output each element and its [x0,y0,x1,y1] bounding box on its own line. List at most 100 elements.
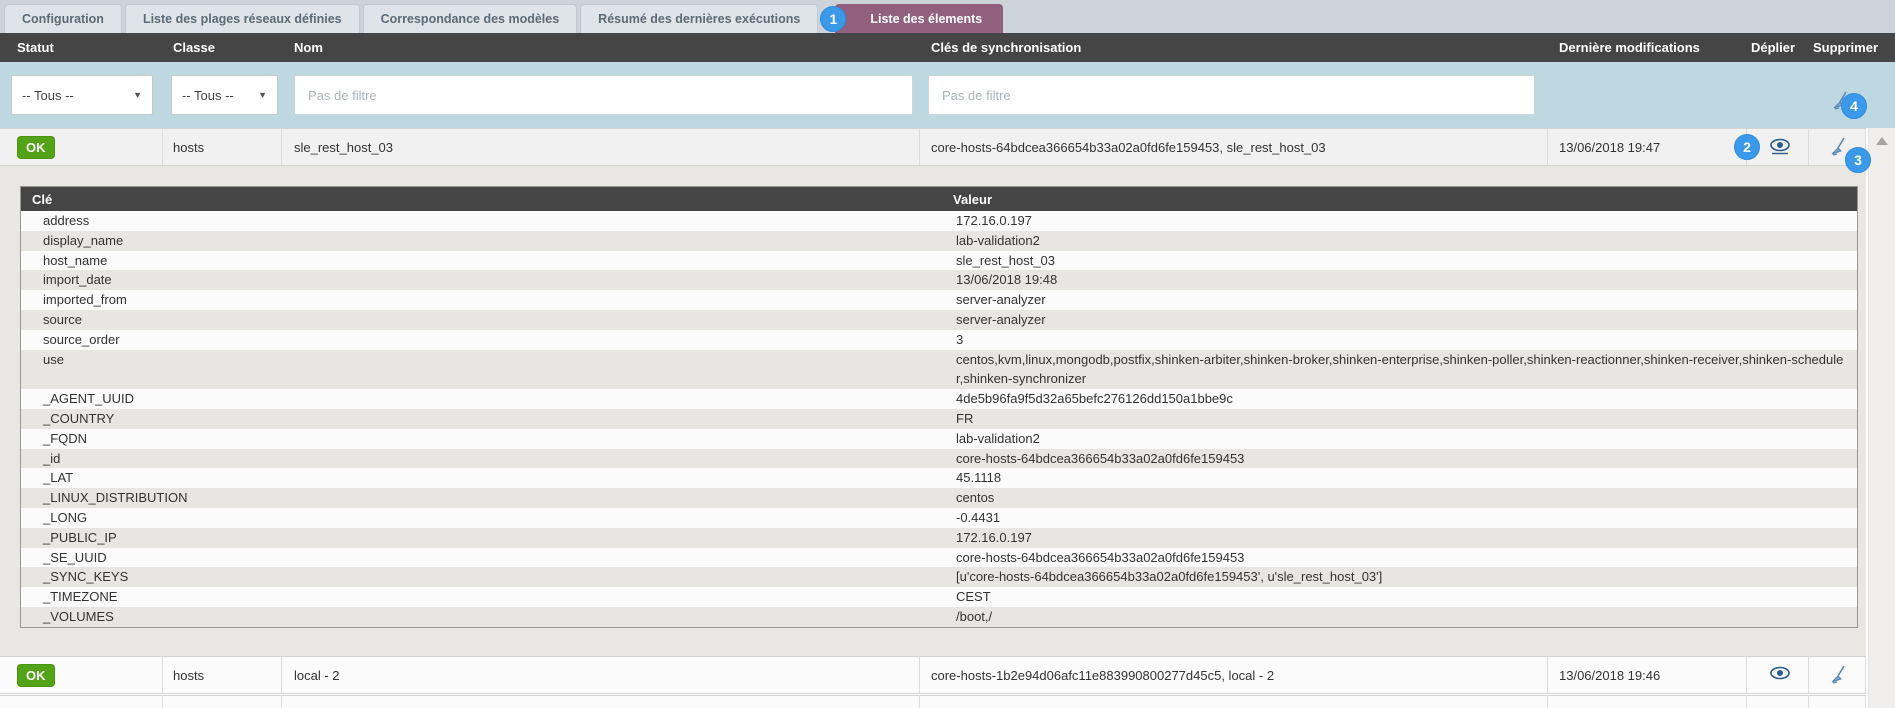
detail-row: display_namelab-validation2 [21,231,1857,251]
detail-key: address [21,211,941,231]
tab-correspondance-modeles[interactable]: Correspondance des modèles [363,4,578,33]
detail-value: server-analyzer [941,310,1857,330]
detail-table-header: Clé Valeur [21,187,1857,211]
status-badge: OK [17,664,55,687]
delete-broom-button[interactable] [1813,664,1865,686]
chevron-down-icon: ▼ [133,90,142,100]
detail-column-valeur: Valeur [941,192,1857,207]
detail-key: _LONG [21,508,941,528]
column-header-supprimer: Supprimer [1809,40,1865,55]
supprimer-cell [1809,657,1865,693]
column-header-sync: Clés de synchronisation [920,40,1548,55]
tab-configuration[interactable]: Configuration [4,4,122,33]
sync-cell: core-hosts-1b2e94d06afc11e883990800277d4… [920,657,1548,693]
detail-key: host_name [21,251,941,271]
column-header-statut: Statut [0,40,163,55]
detail-key: source [21,310,941,330]
callout-badge-1: 1 [820,6,846,32]
vertical-scrollbar[interactable] [1868,128,1895,708]
modification-cell [1548,696,1747,708]
detail-row: _TIMEZONECEST [21,587,1857,607]
classe-cell [163,696,282,708]
classe-value: hosts [173,668,204,683]
modified-value: 13/06/2018 19:46 [1559,668,1660,683]
detail-column-cle: Clé [21,192,941,207]
detail-row: sourceserver-analyzer [21,310,1857,330]
statut-cell: OK [0,657,163,693]
tab-liste-elements[interactable]: 1 Liste des élements [835,4,1003,33]
detail-row: _LINUX_DISTRIBUTIONcentos [21,488,1857,508]
detail-row: _idcore-hosts-64bdcea366654b33a02a0fd6fe… [21,449,1857,469]
detail-key: _COUNTRY [21,409,941,429]
sync-filter-input[interactable] [928,75,1535,115]
detail-key: _FQDN [21,429,941,449]
nom-cell: sle_rest_host_03 [282,129,920,165]
modification-cell: 13/06/2018 19:47 [1548,129,1747,165]
detail-row: _SE_UUIDcore-hosts-64bdcea366654b33a02a0… [21,548,1857,568]
callout-badge-3: 3 [1845,147,1871,173]
detail-value: [u'core-hosts-64bdcea366654b33a02a0fd6fe… [941,567,1857,587]
scroll-up-arrow-icon[interactable] [1876,137,1888,145]
detail-value: /boot,/ [941,607,1857,627]
nom-filter-input[interactable] [294,75,913,115]
detail-value: CEST [941,587,1857,607]
status-badge: OK [17,136,55,159]
detail-value: centos,kvm,linux,mongodb,postfix,shinken… [941,350,1857,390]
column-header-deplier: Déplier [1747,40,1809,55]
classe-filter-select[interactable]: -- Tous -- ▼ [171,75,278,115]
detail-row: address172.16.0.197 [21,211,1857,231]
expand-eye-button[interactable] [1751,666,1808,684]
sync-value: core-hosts-1b2e94d06afc11e883990800277d4… [931,668,1274,683]
sync-cell [920,696,1548,708]
detail-value: core-hosts-64bdcea366654b33a02a0fd6fe159… [941,449,1857,469]
column-header-nom: Nom [282,40,920,55]
broom-icon [1828,664,1850,686]
detail-value: centos [941,488,1857,508]
detail-key: _VOLUMES [21,607,941,627]
detail-value: FR [941,409,1857,429]
detail-key: source_order [21,330,941,350]
detail-key: imported_from [21,290,941,310]
detail-row: _LAT45.1118 [21,468,1857,488]
tab-plages-reseaux[interactable]: Liste des plages réseaux définies [125,4,360,33]
deplier-cell: 2 [1747,129,1809,165]
detail-value: server-analyzer [941,290,1857,310]
eye-icon [1768,138,1792,156]
detail-key: use [21,350,941,390]
detail-table: Clé Valeur address172.16.0.197display_na… [20,186,1858,628]
detail-key: _LINUX_DISTRIBUTION [21,488,941,508]
application-window: Configuration Liste des plages réseaux d… [0,0,1895,708]
table-header-row: Statut Classe Nom Clés de synchronisatio… [0,33,1895,62]
statut-filter-select[interactable]: -- Tous -- ▼ [11,75,153,115]
column-header-classe: Classe [163,40,282,55]
eye-icon [1768,666,1792,684]
modified-value: 13/06/2018 19:47 [1559,140,1660,155]
statut-cell: OK [0,129,163,165]
detail-value: 4de5b96fa9f5d32a65befc276126dd150a1bbe9c [941,389,1857,409]
detail-key: _id [21,449,941,469]
expanded-detail-area: Clé Valeur address172.16.0.197display_na… [0,166,1866,656]
detail-row: _SYNC_KEYS[u'core-hosts-64bdcea366654b33… [21,567,1857,587]
detail-row: _COUNTRYFR [21,409,1857,429]
detail-value: 3 [941,330,1857,350]
callout-badge-2: 2 [1734,134,1760,160]
detail-key: _LAT [21,468,941,488]
deplier-cell [1747,657,1809,693]
nom-value: sle_rest_host_03 [294,140,393,155]
detail-value: -0.4431 [941,508,1857,528]
sync-value: core-hosts-64bdcea366654b33a02a0fd6fe159… [931,140,1326,155]
classe-filter-value: -- Tous -- [182,88,234,103]
classe-cell: hosts [163,129,282,165]
detail-table-body: address172.16.0.197display_namelab-valid… [21,211,1857,627]
detail-row: _FQDNlab-validation2 [21,429,1857,449]
detail-row: _PUBLIC_IP172.16.0.197 [21,528,1857,548]
supprimer-cell: 3 [1809,129,1865,165]
detail-value: lab-validation2 [941,231,1857,251]
detail-row: _LONG-0.4431 [21,508,1857,528]
detail-value: lab-validation2 [941,429,1857,449]
table-row-local-2: OK hosts local - 2 core-hosts-1b2e94d06a… [0,656,1866,694]
tab-resume-executions[interactable]: Résumé des dernières exécutions [580,4,818,33]
detail-value: 45.1118 [941,468,1857,488]
detail-value: core-hosts-64bdcea366654b33a02a0fd6fe159… [941,548,1857,568]
detail-value: 172.16.0.197 [941,528,1857,548]
